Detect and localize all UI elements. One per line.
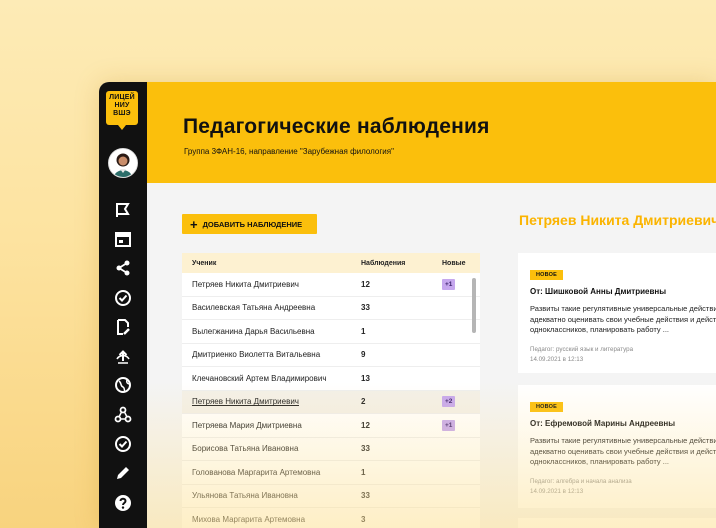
calendar-icon[interactable] <box>99 224 147 253</box>
student-name: Голованова Маргарита Артемовна <box>192 467 321 477</box>
globe-icon[interactable] <box>99 371 147 400</box>
help-icon[interactable] <box>99 488 147 517</box>
share-icon[interactable] <box>99 254 147 283</box>
check-circle-icon[interactable] <box>99 283 147 312</box>
student-name: Петряева Мария Дмитриевна <box>192 420 302 430</box>
students-table: Ученик Наблюдения Новые Петряев Никита Д… <box>182 253 480 528</box>
card-author: От: Шишковой Анны Дмитриевны <box>530 287 667 296</box>
observation-card[interactable] <box>518 518 716 528</box>
edit-document-icon[interactable] <box>99 312 147 341</box>
student-name: Михова Маргарита Артемовна <box>192 514 306 524</box>
page-title: Педагогические наблюдения <box>183 115 490 138</box>
student-name: Василевская Татьяна Андреевна <box>192 303 316 313</box>
observation-card[interactable]: НОВОЕ От: Шишковой Анны Дмитриевны Разви… <box>518 253 716 373</box>
table-row[interactable]: Борисова Татьяна Ивановна 33 <box>182 438 480 461</box>
observations-count: 33 <box>361 491 370 501</box>
table-row[interactable]: Голованова Маргарита Артемовна 1 <box>182 461 480 485</box>
table-row[interactable]: Василевская Татьяна Андреевна 33 <box>182 297 480 320</box>
observations-count: 12 <box>361 279 370 289</box>
table-scrollbar[interactable] <box>472 278 476 333</box>
table-row[interactable]: Петряева Мария Дмитриевна 12 +1 <box>182 414 480 438</box>
check-circle-icon[interactable] <box>99 429 147 458</box>
selected-student-title: Петряев Никита Дмитриевич <box>519 212 716 228</box>
observations-count: 12 <box>361 420 370 430</box>
card-text: Развиты такие регулятивные универсальные… <box>530 436 716 466</box>
table-row[interactable]: Петряев Никита Дмитриевич 12 +1 <box>182 273 480 297</box>
student-name: Ульянова Татьяна Ивановна <box>192 491 298 501</box>
student-name: Клечановский Артем Владимирович <box>192 373 327 383</box>
new-badge: +2 <box>442 396 456 408</box>
card-author: От: Ефремовой Марины Андреевны <box>530 419 676 428</box>
card-text: Развиты такие регулятивные универсальные… <box>530 304 716 334</box>
new-label: НОВОЕ <box>530 402 564 412</box>
new-badge: +1 <box>442 278 456 290</box>
column-header-student[interactable]: Ученик <box>182 260 361 267</box>
table-header: Ученик Наблюдения Новые <box>182 253 480 273</box>
sidebar: ЛИЦЕЙ НИУ ВШЭ <box>99 82 147 528</box>
observations-count: 2 <box>361 397 366 407</box>
table-row[interactable]: Вылегжанина Дарья Васильевна 1 <box>182 320 480 344</box>
table-row[interactable]: Михова Маргарита Артемовна 3 <box>182 508 480 528</box>
page-header: Педагогические наблюдения Группа 3ФАН-16… <box>147 82 716 183</box>
flag-icon[interactable] <box>99 195 147 224</box>
avatar[interactable] <box>108 148 138 178</box>
card-meta: Педагог: русский язык и литература 14.09… <box>530 345 634 363</box>
add-observation-button[interactable]: + ДОБАВИТЬ НАБЛЮДЕНИЕ <box>182 214 317 234</box>
student-name: Дмитриенко Виолетта Витальевна <box>192 350 321 360</box>
observations-count: 13 <box>361 373 370 383</box>
student-name: Вылегжанина Дарья Васильевна <box>192 326 315 336</box>
observations-count: 1 <box>361 326 366 336</box>
group-subtitle: Группа 3ФАН-16, направление "Зарубежная … <box>184 147 394 156</box>
table-row[interactable]: Дмитриенко Виолетта Витальевна 9 <box>182 344 480 367</box>
new-label: НОВОЕ <box>530 270 564 280</box>
column-header-new[interactable]: Новые <box>442 260 480 267</box>
table-row-selected[interactable]: Петряев Никита Дмитриевич 2 +2 <box>182 390 480 414</box>
pencil-icon[interactable] <box>99 459 147 488</box>
plus-icon: + <box>190 216 198 232</box>
observations-count: 1 <box>361 467 366 477</box>
lyceum-logo[interactable]: ЛИЦЕЙ НИУ ВШЭ <box>106 91 138 130</box>
observations-count: 33 <box>361 303 370 313</box>
table-row[interactable]: Ульянова Татьяна Ивановна 33 <box>182 485 480 508</box>
column-header-observations[interactable]: Наблюдения <box>361 260 442 267</box>
observations-count: 33 <box>361 444 370 454</box>
observation-card[interactable]: НОВОЕ От: Ефремовой Марины Андреевны Раз… <box>518 385 716 508</box>
table-row[interactable]: Клечановский Артем Владимирович 13 <box>182 367 480 391</box>
student-name: Петряев Никита Дмитриевич <box>192 397 299 407</box>
network-icon[interactable] <box>99 400 147 429</box>
student-name: Петряев Никита Дмитриевич <box>192 279 299 289</box>
card-meta: Педагог: алгебра и начала анализа 14.09.… <box>530 477 632 495</box>
observations-count: 3 <box>361 514 366 524</box>
student-name: Борисова Татьяна Ивановна <box>192 444 299 454</box>
new-badge: +1 <box>442 419 456 431</box>
upload-icon[interactable] <box>99 341 147 370</box>
app-window: ЛИЦЕЙ НИУ ВШЭ Педагогические наблюдения … <box>99 82 716 528</box>
observations-count: 9 <box>361 350 366 360</box>
